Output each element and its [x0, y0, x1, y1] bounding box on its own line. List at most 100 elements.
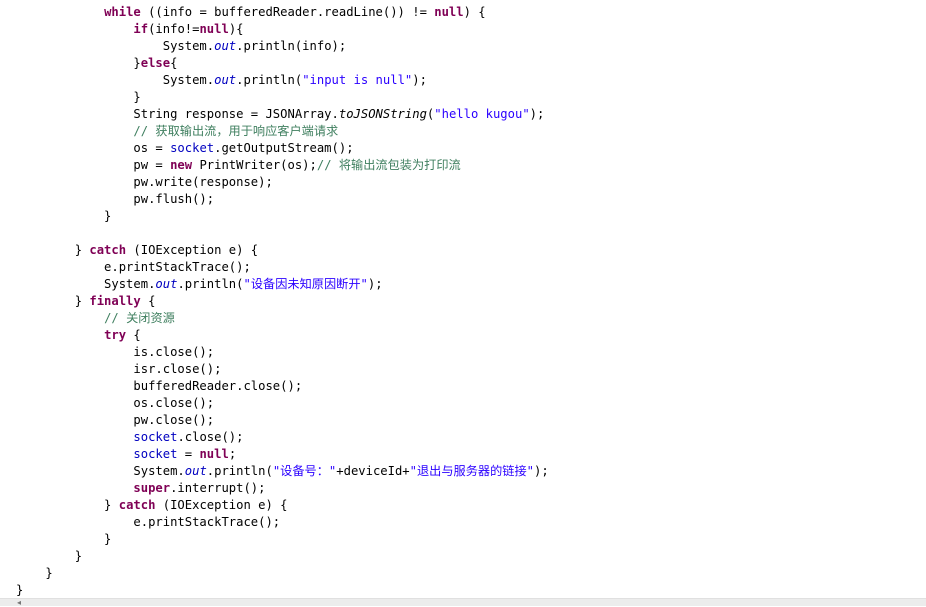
- code-token: (info!=: [148, 22, 200, 36]
- code-line: pw.write(response);: [16, 174, 273, 191]
- code-token: }: [16, 566, 53, 580]
- code-token: ": [409, 464, 417, 478]
- code-token: os.close();: [16, 396, 215, 410]
- code-line: }: [16, 531, 111, 548]
- code-token: socket: [133, 430, 178, 444]
- code-token: toJSONString: [338, 107, 427, 121]
- code-token: //: [104, 311, 127, 325]
- code-token: ": [360, 277, 368, 291]
- code-line: System.out.println("设备号："+deviceId+"退出与服…: [16, 463, 549, 480]
- code-token: while: [104, 5, 141, 19]
- code-token: String response = JSONArray.: [16, 107, 339, 121]
- code-token: null: [434, 5, 464, 19]
- code-token: "hello kugou": [434, 107, 530, 121]
- code-line: e.printStackTrace();: [16, 259, 251, 276]
- code-line: is.close();: [16, 344, 214, 361]
- code-token: out: [214, 39, 237, 53]
- horizontal-scrollbar[interactable]: ◂: [0, 598, 926, 607]
- code-line: // 关闭资源: [16, 310, 175, 327]
- code-line: String response = JSONArray.toJSONString…: [16, 106, 544, 123]
- code-token: //: [133, 124, 156, 138]
- code-token: socket: [170, 141, 215, 155]
- code-token: System.: [16, 464, 185, 478]
- code-token: //: [316, 158, 339, 172]
- code-line: } catch (IOException e) {: [16, 497, 288, 514]
- code-line: pw = new PrintWriter(os);// 将输出流包装为打印流: [16, 157, 461, 174]
- code-token: );: [367, 277, 383, 291]
- code-editor[interactable]: while ((info = bufferedReader.readLine()…: [0, 0, 926, 598]
- code-token: pw =: [16, 158, 171, 172]
- code-token: "input is null": [302, 73, 413, 87]
- code-token: (IOException e) {: [126, 243, 259, 257]
- code-token: else: [140, 56, 171, 70]
- code-line: if(info!=null){: [16, 21, 244, 38]
- code-token: (IOException e) {: [155, 498, 288, 512]
- code-token: finally: [89, 294, 141, 308]
- code-line: } finally {: [16, 293, 156, 310]
- code-token: pw.write(response);: [16, 175, 273, 189]
- code-line: System.out.println("设备因未知原因断开");: [16, 276, 383, 293]
- code-line: socket.close();: [16, 429, 243, 446]
- code-token: .println(info);: [236, 39, 347, 53]
- code-token: super: [133, 481, 171, 495]
- code-token: System.: [16, 39, 215, 53]
- code-token: }: [16, 549, 83, 563]
- code-token: =: [177, 447, 200, 461]
- code-token: ((info = bufferedReader.readLine()) !=: [140, 5, 435, 19]
- code-token: .println(: [236, 73, 303, 87]
- code-line: // 获取输出流，用于响应客户端请求: [16, 123, 338, 140]
- code-token: pw.flush();: [16, 192, 215, 206]
- code-line: System.out.println("input is null");: [16, 72, 427, 89]
- code-token: .println(: [177, 277, 244, 291]
- code-token: ": [243, 277, 251, 291]
- code-token: catch: [89, 243, 127, 257]
- code-token: +deviceId+: [336, 464, 410, 478]
- code-token: 将输出流包装为打印流: [338, 158, 461, 172]
- code-token: }: [16, 243, 90, 257]
- code-line: pw.close();: [16, 412, 214, 429]
- code-line: }: [16, 548, 82, 565]
- code-line: pw.flush();: [16, 191, 214, 208]
- code-line: socket = null;: [16, 446, 236, 463]
- code-line: }: [16, 208, 111, 225]
- code-token: }: [16, 209, 112, 223]
- code-token: .println(: [206, 464, 273, 478]
- code-token: new: [170, 158, 193, 172]
- code-token: {: [126, 328, 141, 342]
- code-token: }: [16, 90, 141, 104]
- code-token: 退出与服务器的链接: [416, 464, 527, 478]
- code-token: );: [534, 464, 549, 478]
- code-token: ){: [228, 22, 244, 36]
- code-token: .interrupt();: [170, 481, 266, 495]
- code-token: pw.close();: [16, 413, 215, 427]
- code-token: }: [16, 294, 90, 308]
- code-line: os.close();: [16, 395, 214, 412]
- code-token: e.printStackTrace();: [16, 515, 281, 529]
- code-token: try: [104, 328, 127, 342]
- scroll-left-arrow-icon[interactable]: ◂: [17, 599, 25, 607]
- code-token: {: [140, 294, 156, 308]
- code-token: );: [412, 73, 427, 87]
- code-token: socket: [133, 447, 178, 461]
- code-token: .getOutputStream();: [214, 141, 354, 155]
- code-token: catch: [118, 498, 156, 512]
- code-token: null: [199, 22, 229, 36]
- code-token: 关闭资源: [126, 311, 175, 325]
- code-token: 设备因未知原因断开: [250, 277, 361, 291]
- code-line: }: [16, 582, 23, 598]
- code-line: os = socket.getOutputStream();: [16, 140, 354, 157]
- code-token: ;: [228, 447, 237, 461]
- code-token: isr.close();: [16, 362, 222, 376]
- code-line: while ((info = bufferedReader.readLine()…: [16, 4, 486, 21]
- code-line: System.out.println(info);: [16, 38, 346, 55]
- code-token: 设备号：: [280, 464, 329, 478]
- code-token: );: [529, 107, 545, 121]
- code-line: e.printStackTrace();: [16, 514, 280, 531]
- code-token: }: [16, 532, 112, 546]
